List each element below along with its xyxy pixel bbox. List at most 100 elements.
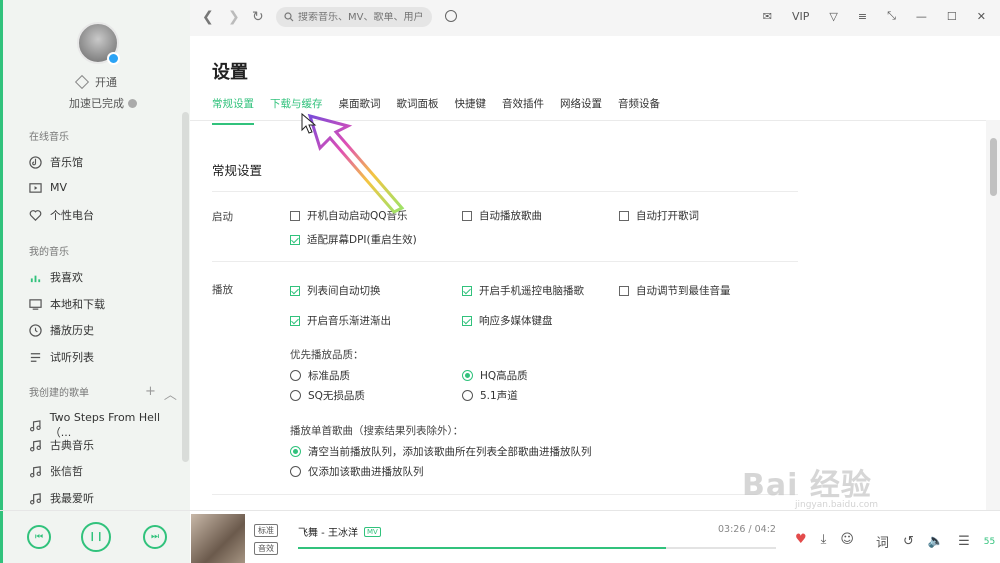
song-title[interactable]: 飞舞 - 王冰洋 xyxy=(298,524,358,539)
vip-link[interactable]: VIP xyxy=(792,10,809,23)
checkbox-autoplay[interactable]: 自动播放歌曲 xyxy=(462,208,542,223)
volume-icon[interactable]: 🔈 xyxy=(928,534,944,549)
radio-label: 5.1声道 xyxy=(480,390,518,402)
top-bar: ❮ ❯ ↻ ✉ VIP ▽ ≡ ⤡ — ☐ ✕ xyxy=(190,0,1000,36)
checkbox-fade[interactable]: 开启音乐渐进渐出 xyxy=(290,313,391,328)
radio-button[interactable] xyxy=(290,370,301,381)
checkbox-label: 响应多媒体键盘 xyxy=(479,315,553,327)
radio-label: 仅添加该歌曲进播放队列 xyxy=(308,466,424,478)
sidebar-playlist-item[interactable]: 我最爱听 xyxy=(29,490,179,506)
main-scrollbar[interactable] xyxy=(990,138,997,196)
checkbox-label: 自动播放歌曲 xyxy=(479,210,542,222)
sidebar-item-label: 我喜欢 xyxy=(50,271,83,284)
sidebar-item-history[interactable]: 播放历史 xyxy=(29,322,179,338)
forward-icon[interactable]: ❯ xyxy=(228,9,240,25)
checkbox-phone-remote[interactable]: 开启手机遥控电脑播歌 xyxy=(462,283,584,298)
radio-button[interactable] xyxy=(290,466,301,477)
sidebar-playlist-item[interactable]: 张信哲 xyxy=(29,463,179,479)
music-hall-icon xyxy=(29,155,42,169)
refresh-icon[interactable]: ↻ xyxy=(252,9,264,25)
checkbox-label: 开启手机遥控电脑播歌 xyxy=(479,285,584,297)
checkbox[interactable] xyxy=(462,285,472,296)
radio-button[interactable] xyxy=(462,370,473,381)
effect-badge[interactable]: 音效 xyxy=(254,542,278,555)
checkbox[interactable] xyxy=(290,234,300,245)
radio-button[interactable] xyxy=(462,390,473,401)
mini-mode-icon[interactable]: ⤡ xyxy=(887,9,896,23)
menu-icon[interactable]: ≡ xyxy=(858,10,867,23)
radio-hq[interactable]: HQ高品质 xyxy=(462,368,528,383)
skin-shirt-icon[interactable]: ▽ xyxy=(829,10,837,23)
diamond-icon xyxy=(74,74,90,90)
sidebar-item-music-hall[interactable]: 音乐馆 xyxy=(29,154,179,170)
clock-icon xyxy=(29,323,42,337)
online-music-section-title: 在线音乐 xyxy=(29,132,69,143)
album-cover[interactable] xyxy=(191,514,245,563)
sidebar-item-local[interactable]: 本地和下载 xyxy=(29,296,179,312)
search-input[interactable] xyxy=(298,11,423,23)
radio-button[interactable] xyxy=(290,390,301,401)
chevron-up-icon[interactable]: ︿ xyxy=(164,384,177,403)
search-box[interactable] xyxy=(276,7,432,27)
checkbox-media-keys[interactable]: 响应多媒体键盘 xyxy=(462,313,553,328)
history-clock-icon[interactable] xyxy=(445,10,457,22)
checkbox[interactable] xyxy=(290,285,300,296)
vip-row[interactable]: 开通 xyxy=(74,74,117,90)
page-title: 设置 xyxy=(212,62,248,83)
baidu-watermark: Bai 经验 xyxy=(742,468,872,503)
lyrics-button[interactable]: 词 xyxy=(876,532,889,551)
minimize-icon[interactable]: — xyxy=(916,10,927,23)
mv-icon xyxy=(29,183,42,193)
radio-standard[interactable]: 标准品质 xyxy=(290,368,350,383)
back-icon[interactable]: ❮ xyxy=(202,9,214,25)
accel-label: 加速已完成 xyxy=(69,97,124,110)
sidebar-playlist-item[interactable]: Two Steps From Hell（... xyxy=(29,411,179,440)
heart-icon[interactable]: ♥ xyxy=(795,532,807,547)
checkbox[interactable] xyxy=(462,210,472,221)
maximize-icon[interactable]: ☐ xyxy=(947,10,957,23)
radio-button[interactable] xyxy=(290,446,301,457)
download-icon[interactable]: ⤓ xyxy=(821,532,827,547)
radio-add-only[interactable]: 仅添加该歌曲进播放队列 xyxy=(290,464,424,479)
checkbox-list-switch[interactable]: 列表间自动切换 xyxy=(290,283,381,298)
checkbox[interactable] xyxy=(290,315,300,326)
checkbox[interactable] xyxy=(619,285,629,296)
checkbox-label: 自动调节到最佳音量 xyxy=(636,285,731,297)
checkbox-dpi[interactable]: 适配屏幕DPI(重启生效) xyxy=(290,232,417,247)
heart-icon xyxy=(29,209,42,221)
sidebar-scrollbar[interactable] xyxy=(182,112,189,462)
plus-icon[interactable]: + xyxy=(145,384,156,403)
checkbox-label: 列表间自动切换 xyxy=(307,285,381,297)
sidebar-item-favorites[interactable]: 我喜欢 xyxy=(29,269,179,285)
playlist-label: 我最爱听 xyxy=(50,492,94,505)
radio-sq[interactable]: SQ无损品质 xyxy=(290,388,365,403)
mv-badge[interactable]: MV xyxy=(363,526,381,537)
mail-icon[interactable]: ✉ xyxy=(763,10,772,23)
checkbox-auto-volume[interactable]: 自动调节到最佳音量 xyxy=(619,283,731,298)
sidebar-item-label: 个性电台 xyxy=(50,209,94,222)
checkbox[interactable] xyxy=(462,315,472,326)
sidebar-playlist-item[interactable]: 古典音乐 xyxy=(29,437,179,453)
sidebar-item-radio[interactable]: 个性电台 xyxy=(29,207,179,223)
close-icon[interactable]: ✕ xyxy=(977,10,986,23)
sidebar-item-trial[interactable]: 试听列表 xyxy=(29,349,179,365)
radio-51[interactable]: 5.1声道 xyxy=(462,388,518,403)
checkbox[interactable] xyxy=(619,210,629,221)
loop-icon[interactable]: ↺ xyxy=(903,534,914,549)
vip-label[interactable]: 开通 xyxy=(95,74,117,90)
playlist-icon[interactable]: ☰ xyxy=(958,534,970,549)
single-song-title: 播放单首歌曲（搜索结果列表除外）： xyxy=(290,425,464,437)
play-time: 03:26 / 04:2 xyxy=(718,524,776,535)
divider xyxy=(212,494,798,495)
pause-icon[interactable]: ❙❙ xyxy=(81,522,111,552)
song-info: 飞舞 - 王冰洋 MV xyxy=(298,524,381,539)
radio-replace-queue[interactable]: 清空当前播放队列，添加该歌曲所在列表全部歌曲进播放队列 xyxy=(290,444,592,459)
progress-bar[interactable] xyxy=(298,547,776,549)
comment-icon[interactable]: ☺ xyxy=(840,532,854,547)
checkbox-auto-lyrics[interactable]: 自动打开歌词 xyxy=(619,208,699,223)
next-icon[interactable]: ⏭ xyxy=(143,525,167,549)
quality-badge[interactable]: 标准 xyxy=(254,524,278,537)
music-note-icon xyxy=(30,492,41,504)
previous-icon[interactable]: ⏮ xyxy=(27,525,51,549)
sidebar-item-mv[interactable]: MV xyxy=(29,181,179,194)
